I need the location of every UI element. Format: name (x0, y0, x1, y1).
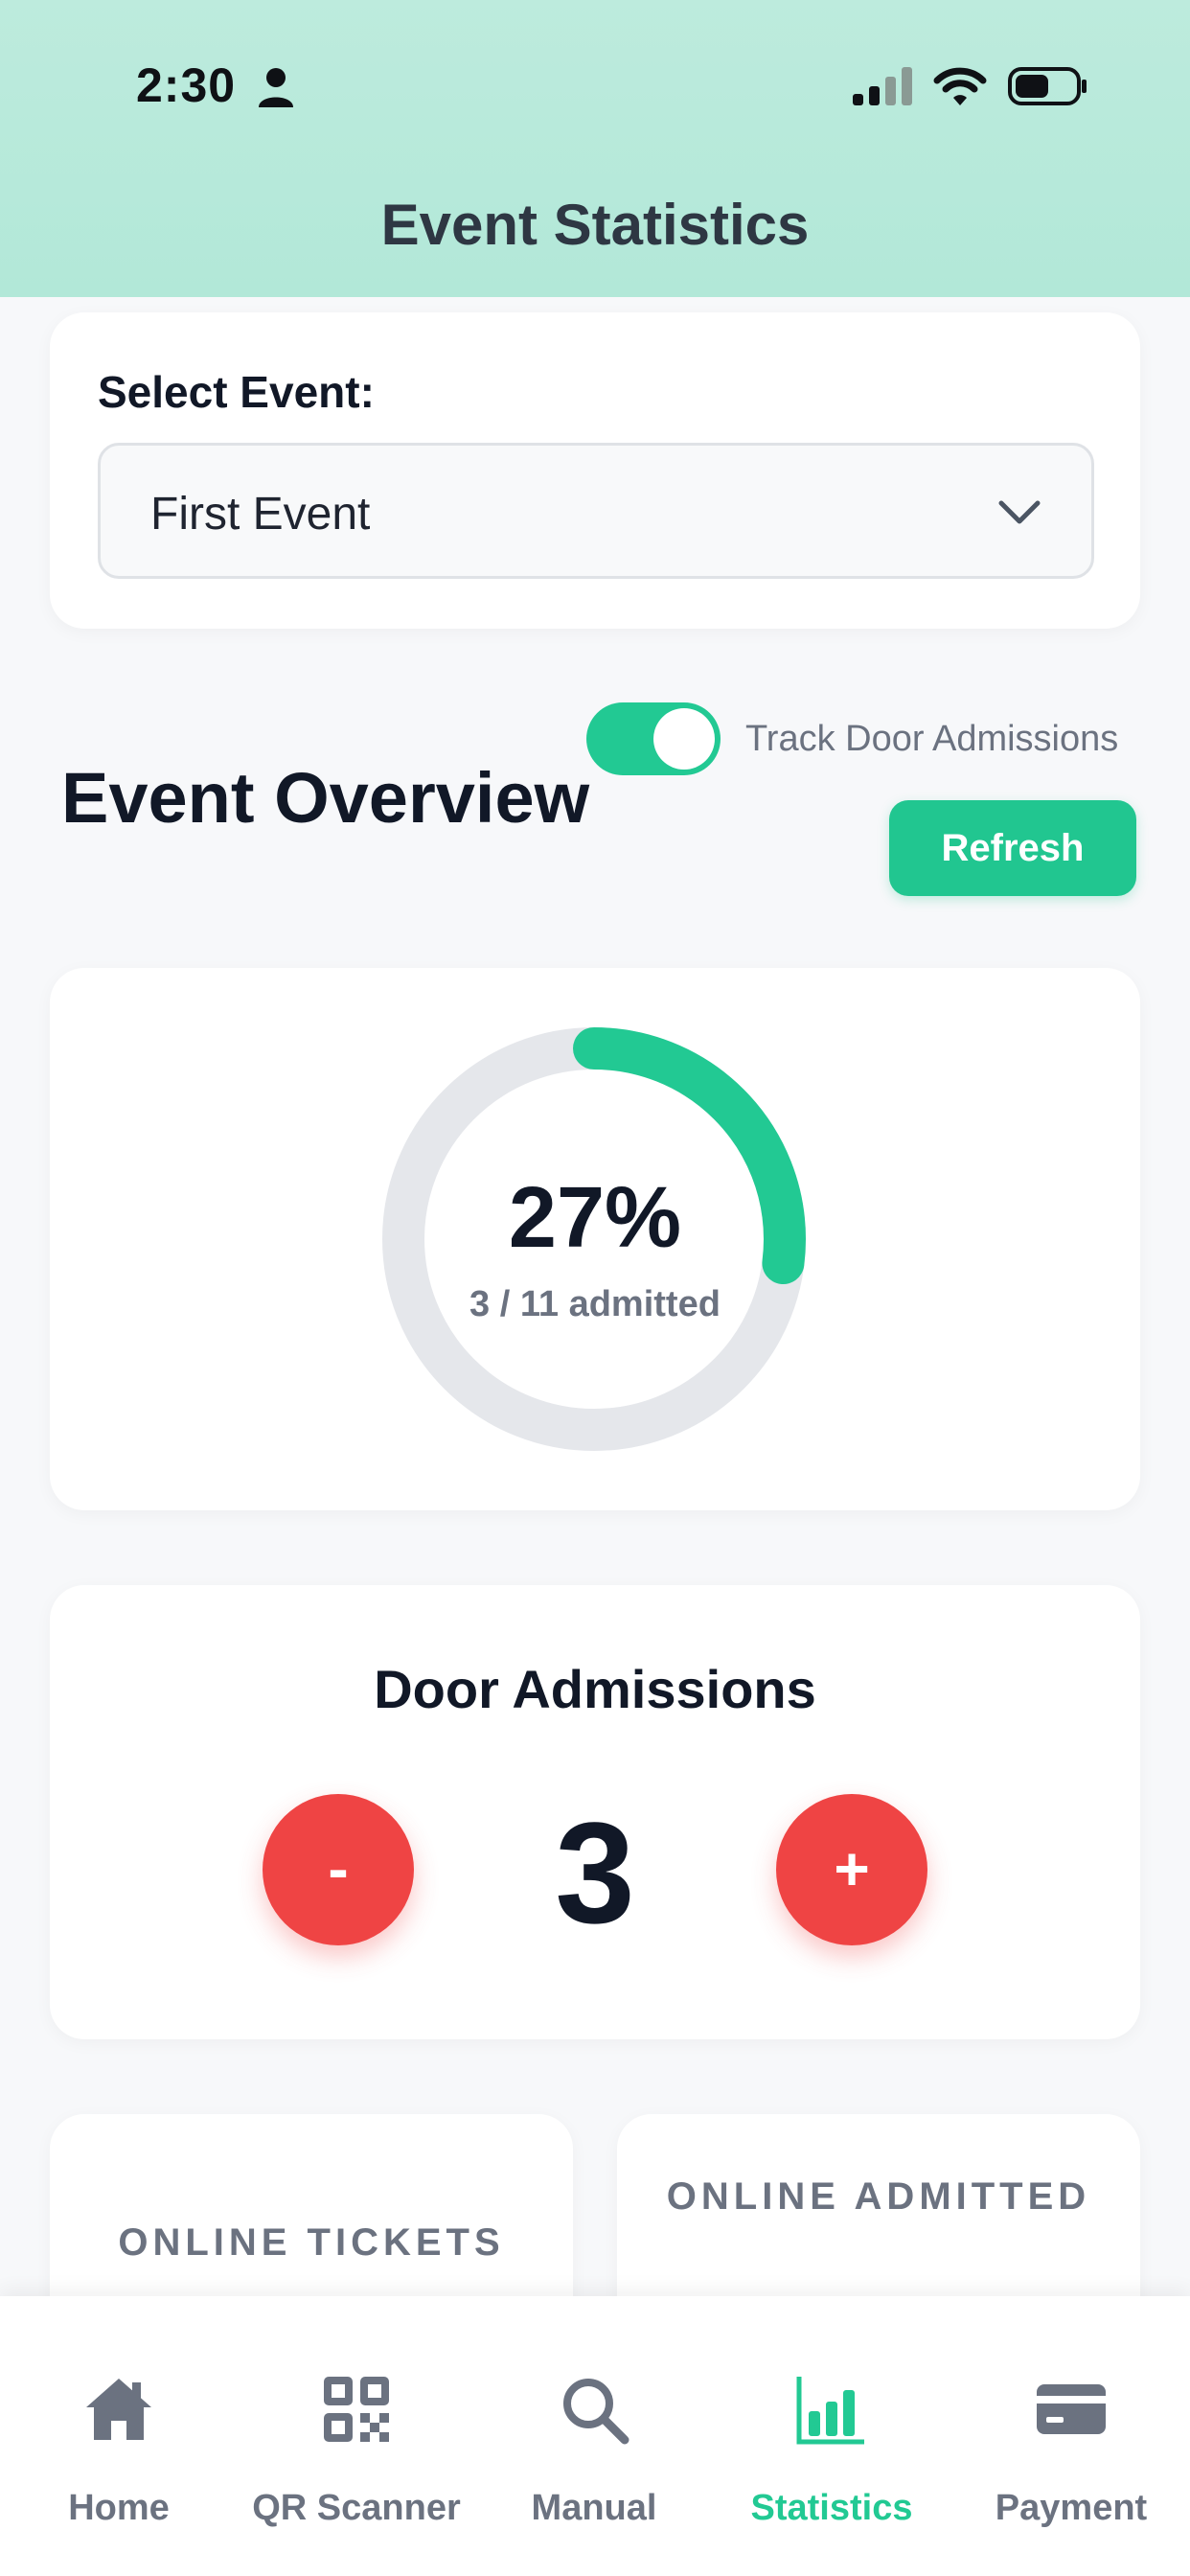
refresh-button[interactable]: Refresh (889, 800, 1136, 896)
person-icon (259, 68, 293, 107)
qr-code-icon (324, 2377, 389, 2442)
select-event-label: Select Event: (98, 367, 375, 417)
bar-chart-icon (796, 2377, 864, 2445)
tab-home[interactable]: Home (0, 2296, 238, 2576)
cellular-signal-icon (853, 67, 912, 105)
tab-label-payment: Payment (995, 2488, 1148, 2528)
toggle-knob (653, 708, 715, 770)
status-time: 2:30 (136, 58, 237, 112)
progress-ring-card: 27% 3 / 11 admitted (50, 968, 1140, 1510)
online-tickets-label: ONLINE TICKETS (118, 2221, 505, 2264)
page-title: Event Statistics (380, 193, 810, 257)
wifi-icon (933, 67, 987, 105)
tab-manual[interactable]: Manual (475, 2296, 713, 2576)
door-admissions-title: Door Admissions (374, 1659, 816, 1719)
increment-button[interactable]: + (776, 1794, 927, 1945)
toggle-label: Track Door Admissions (745, 719, 1119, 759)
event-select-card: Select Event: First Event (50, 312, 1140, 629)
door-admissions-card: Door Admissions 3 - + (50, 1585, 1140, 2039)
header: 2:30 Event Statistics (0, 0, 1190, 297)
admitted-count-text: 3 / 11 admitted (469, 1284, 721, 1324)
tab-label-manual: Manual (531, 2488, 657, 2528)
tab-statistics[interactable]: Statistics (713, 2296, 950, 2576)
chevron-down-icon (998, 500, 1041, 524)
event-dropdown[interactable]: First Event (98, 443, 1094, 579)
battery-icon (1008, 67, 1087, 105)
door-admissions-count: 3 (555, 1792, 635, 1953)
bottom-tab-bar: Home QR Scanner Manual Statistics Paymen… (0, 2296, 1190, 2576)
progress-percent: 27% (508, 1170, 682, 1266)
search-icon (563, 2379, 629, 2445)
event-dropdown-value: First Event (150, 489, 371, 540)
tab-label-qr-scanner: QR Scanner (252, 2488, 461, 2528)
decrement-button[interactable]: - (263, 1794, 414, 1945)
home-icon (86, 2379, 151, 2440)
tab-payment[interactable]: Payment (952, 2296, 1190, 2576)
tab-label-statistics: Statistics (750, 2488, 913, 2528)
online-admitted-label: ONLINE ADMITTED (666, 2175, 1091, 2218)
tab-label-home: Home (68, 2488, 170, 2528)
track-door-admissions-toggle[interactable] (586, 702, 721, 775)
credit-card-icon (1037, 2384, 1106, 2434)
overview-title: Event Overview (61, 758, 590, 838)
tab-qr-scanner[interactable]: QR Scanner (238, 2296, 475, 2576)
